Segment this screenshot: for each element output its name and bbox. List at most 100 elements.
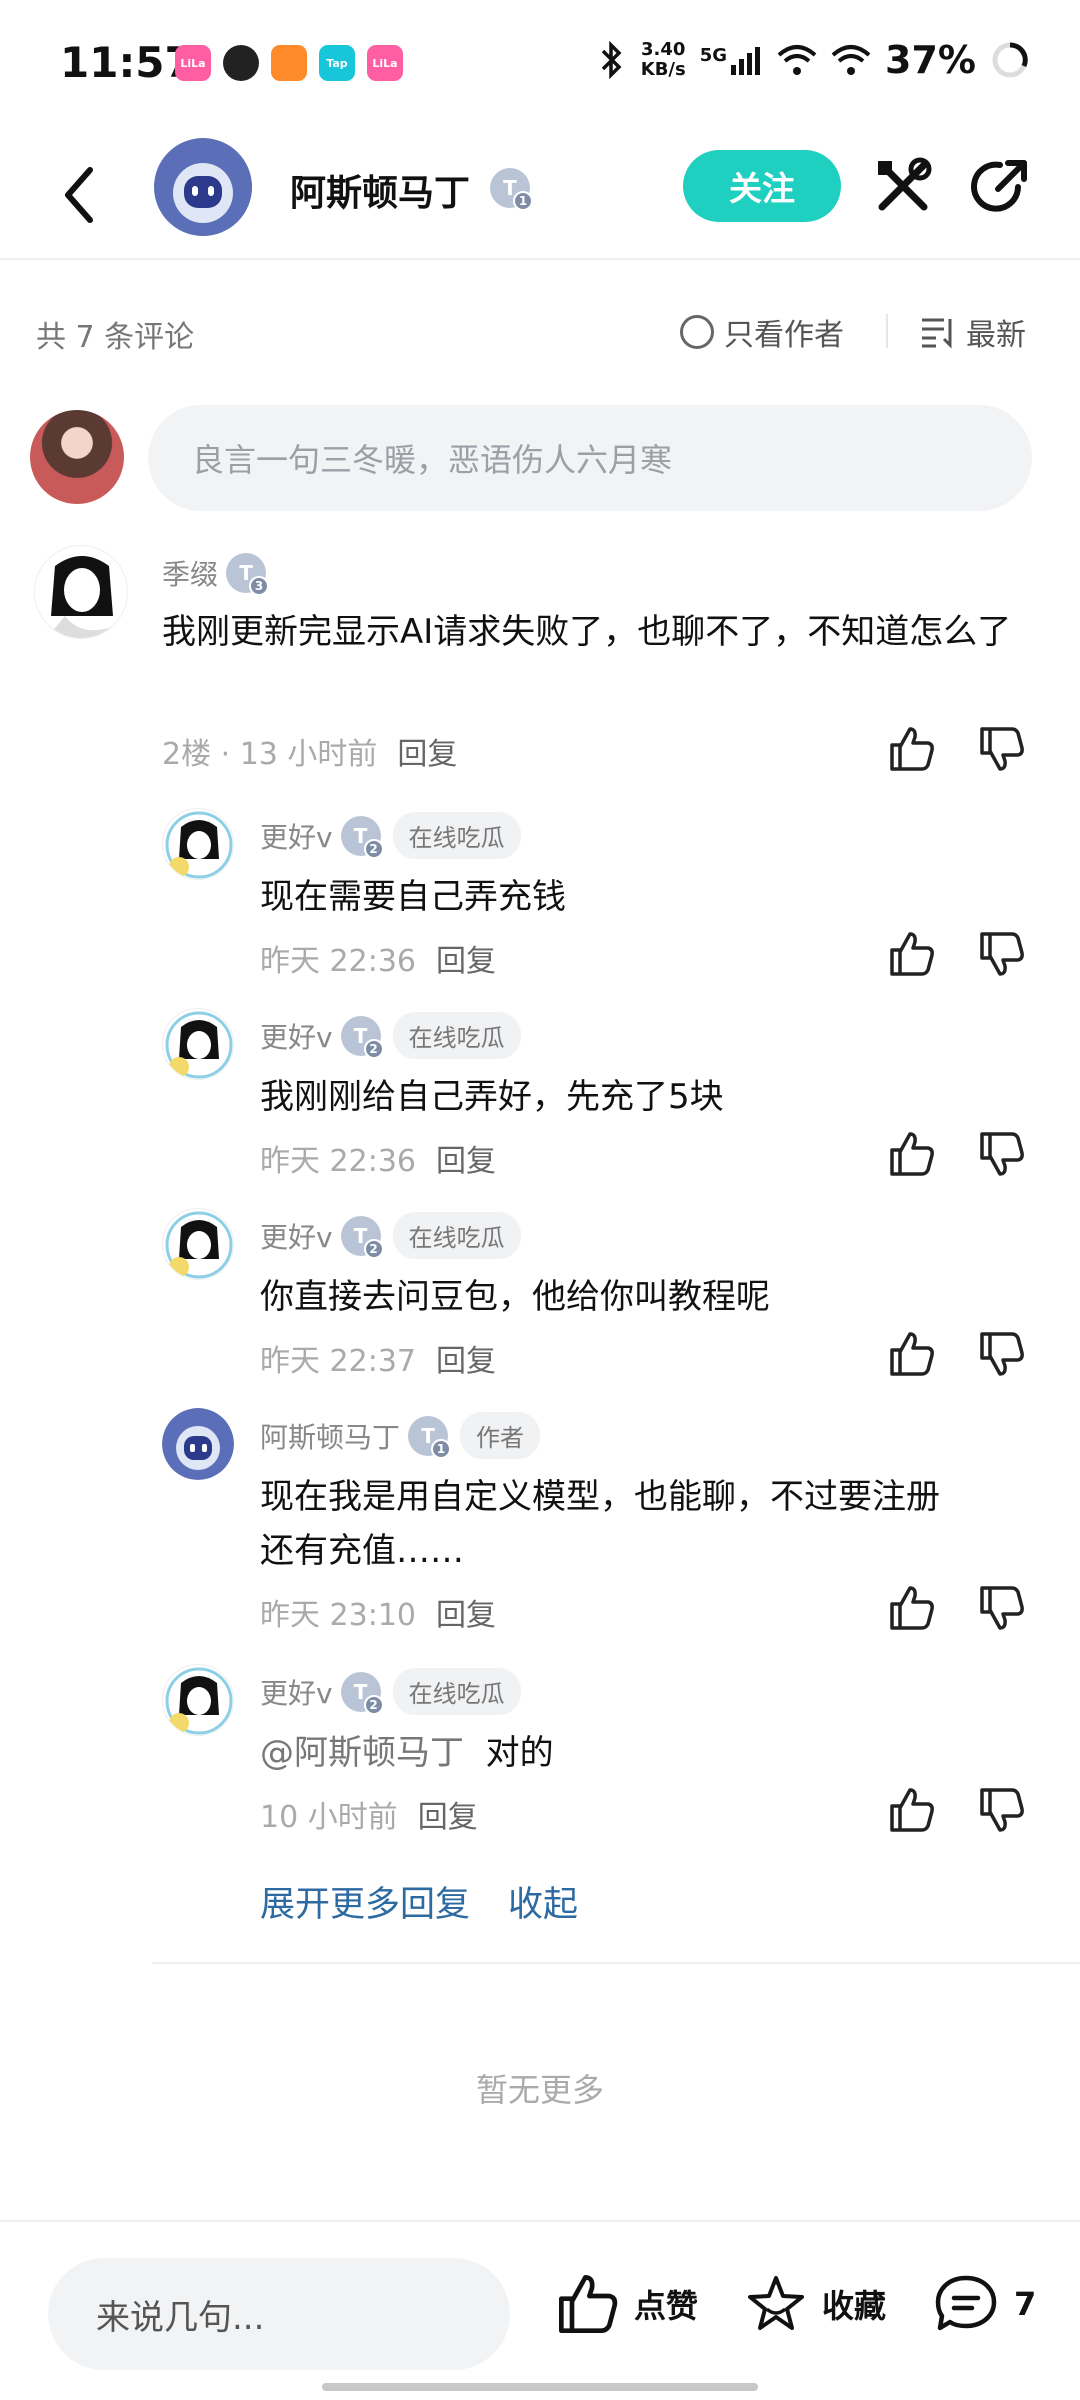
- thumbs-up-icon[interactable]: [888, 1330, 936, 1378]
- comment-bubble-icon: [935, 2275, 997, 2331]
- no-more-label: 暂无更多: [475, 2071, 604, 2109]
- thumbs-down-icon[interactable]: [978, 725, 1026, 773]
- user-avatar[interactable]: [162, 1208, 234, 1280]
- reply-actions: 展开更多回复 收起: [260, 1876, 578, 1927]
- comment-floor-time: 2楼 · 13 小时前: [162, 737, 378, 772]
- author-avatar[interactable]: [154, 138, 252, 236]
- reply-button[interactable]: 回复: [418, 1792, 478, 1836]
- home-indicator[interactable]: [322, 2383, 758, 2391]
- reply-time: 10 小时前: [260, 1800, 398, 1835]
- reply-author[interactable]: 更好v T2 在线吃瓜: [260, 1012, 521, 1059]
- reply-meta: 昨天 22:37 回复: [260, 1336, 496, 1380]
- favorite-button[interactable]: 收藏: [744, 2272, 886, 2336]
- app-icon: [223, 45, 259, 81]
- tools-icon[interactable]: [872, 155, 934, 217]
- reply-button[interactable]: 回复: [436, 936, 496, 980]
- level-badge-icon: T1: [408, 1415, 452, 1459]
- reply-meta: 昨天 23:10 回复: [260, 1590, 496, 1634]
- status-bar: 11:57 LiLa Tap LiLa 3.40 KB/s 5G 37%: [0, 0, 1080, 130]
- comment-author[interactable]: 季缀 T3: [162, 553, 270, 596]
- level-badge-icon: T2: [340, 1671, 384, 1715]
- thumbs-down-icon[interactable]: [978, 1584, 1026, 1632]
- thumbs-up-icon[interactable]: [888, 1786, 936, 1834]
- reply-button[interactable]: 回复: [436, 1590, 496, 1634]
- reply-meta: 昨天 22:36 回复: [260, 1136, 496, 1180]
- thumbs-down-icon[interactable]: [978, 1130, 1026, 1178]
- reply-author[interactable]: 更好v T2 在线吃瓜: [260, 812, 521, 859]
- comment-item: 季缀 T3 我刚更新完显示AI请求失败了，也聊不了，不知道怎么了 2楼 · 13…: [0, 545, 1080, 775]
- battery-ring-icon: [992, 42, 1028, 78]
- follow-button[interactable]: 关注: [683, 150, 841, 222]
- reply-time: 昨天 22:36: [260, 944, 416, 979]
- sort-toggle[interactable]: 最新: [920, 310, 1026, 354]
- status-indicators: 3.40 KB/s 5G 37%: [597, 38, 1030, 82]
- user-tag: 在线吃瓜: [392, 1668, 521, 1715]
- signal-icon: 5G: [700, 45, 763, 75]
- status-time: 11:57: [60, 38, 194, 87]
- user-avatar[interactable]: [162, 1664, 234, 1736]
- comment-input[interactable]: 良言一句三冬暖，恶语伤人六月寒: [148, 405, 1032, 511]
- sort-label: 最新: [966, 318, 1026, 353]
- app-icon: [271, 45, 307, 81]
- my-avatar: [30, 410, 124, 504]
- level-badge-icon: T3: [226, 553, 270, 596]
- reply-author[interactable]: 更好v T2 在线吃瓜: [260, 1668, 521, 1715]
- author-only-toggle[interactable]: 只看作者: [680, 310, 844, 354]
- user-avatar[interactable]: [162, 1008, 234, 1080]
- star-icon: [748, 2276, 804, 2330]
- wifi-icon: [831, 45, 871, 75]
- reply-text: 你直接去问豆包，他给你叫教程呢: [260, 1277, 770, 1317]
- user-avatar[interactable]: [34, 545, 128, 639]
- wifi-plus-icon: [777, 45, 817, 75]
- share-icon[interactable]: [968, 155, 1032, 219]
- reply-text: 我刚刚给自己弄好，先充了5块: [260, 1077, 724, 1117]
- level-badge-icon: T1: [490, 168, 533, 211]
- user-tag: 在线吃瓜: [392, 1212, 521, 1259]
- level-badge-icon: T2: [340, 1215, 384, 1259]
- reply-item: 更好v T2 在线吃瓜 你直接去问豆包，他给你叫教程呢 昨天 22:37 回复: [0, 1208, 1080, 1398]
- reply-button[interactable]: 回复: [436, 1136, 496, 1180]
- reply-text: 现在我是用自定义模型，也能聊，不过要注册 还有充值……: [260, 1477, 940, 1571]
- thumbs-up-icon[interactable]: [888, 1130, 936, 1178]
- post-header: 阿斯顿马丁 T1 关注: [0, 130, 1080, 260]
- thumbs-down-icon[interactable]: [978, 1330, 1026, 1378]
- thumbs-up-icon[interactable]: [888, 725, 936, 773]
- user-avatar[interactable]: [162, 808, 234, 880]
- reply-time: 昨天 23:10: [260, 1598, 416, 1633]
- network-speed: 3.40 KB/s: [640, 39, 686, 80]
- divider: [152, 1962, 1080, 1964]
- author-avatar[interactable]: [162, 1408, 234, 1480]
- comments-button[interactable]: 7: [932, 2272, 1036, 2336]
- like-button[interactable]: 点赞: [556, 2272, 698, 2336]
- author-name[interactable]: 阿斯顿马丁: [290, 164, 470, 216]
- reply-time: 昨天 22:37: [260, 1344, 416, 1379]
- reply-text: 现在需要自己弄充钱: [260, 877, 566, 917]
- thumbs-down-icon[interactable]: [978, 930, 1026, 978]
- reply-item: 更好v T2 在线吃瓜 现在需要自己弄充钱 昨天 22:36 回复: [0, 808, 1080, 998]
- collapse-link[interactable]: 收起: [508, 1876, 578, 1927]
- reply-author[interactable]: 阿斯顿马丁 T1 作者: [260, 1412, 541, 1459]
- thumbs-up-icon[interactable]: [888, 1584, 936, 1632]
- back-arrow-icon[interactable]: [56, 160, 106, 230]
- comment-count-badge: 7: [1014, 2285, 1037, 2323]
- divider: [886, 314, 888, 348]
- thumbs-down-icon[interactable]: [978, 1786, 1026, 1834]
- status-app-icons: LiLa Tap LiLa: [175, 45, 403, 81]
- level-badge-icon: T2: [340, 1015, 384, 1059]
- mention-link[interactable]: @阿斯顿马丁: [260, 1733, 464, 1773]
- bluetooth-icon: [601, 41, 622, 79]
- thumbs-up-icon: [559, 2275, 618, 2333]
- reply-author[interactable]: 更好v T2 在线吃瓜: [260, 1212, 521, 1259]
- reply-text: @阿斯顿马丁 对的: [260, 1733, 554, 1773]
- reply-button[interactable]: 回复: [397, 729, 457, 773]
- radio-icon[interactable]: [680, 315, 714, 349]
- bottom-comment-input[interactable]: 来说几句...: [48, 2258, 510, 2370]
- reply-meta: 昨天 22:36 回复: [260, 936, 496, 980]
- lila-app-icon: LiLa: [367, 45, 403, 81]
- reply-button[interactable]: 回复: [436, 1336, 496, 1380]
- thumbs-up-icon[interactable]: [888, 930, 936, 978]
- expand-more-replies-link[interactable]: 展开更多回复: [260, 1876, 470, 1927]
- favorite-label: 收藏: [822, 2287, 887, 2325]
- reply-item: 阿斯顿马丁 T1 作者 现在我是用自定义模型，也能聊，不过要注册 还有充值…… …: [0, 1408, 1080, 1658]
- lila-app-icon: LiLa: [175, 45, 211, 81]
